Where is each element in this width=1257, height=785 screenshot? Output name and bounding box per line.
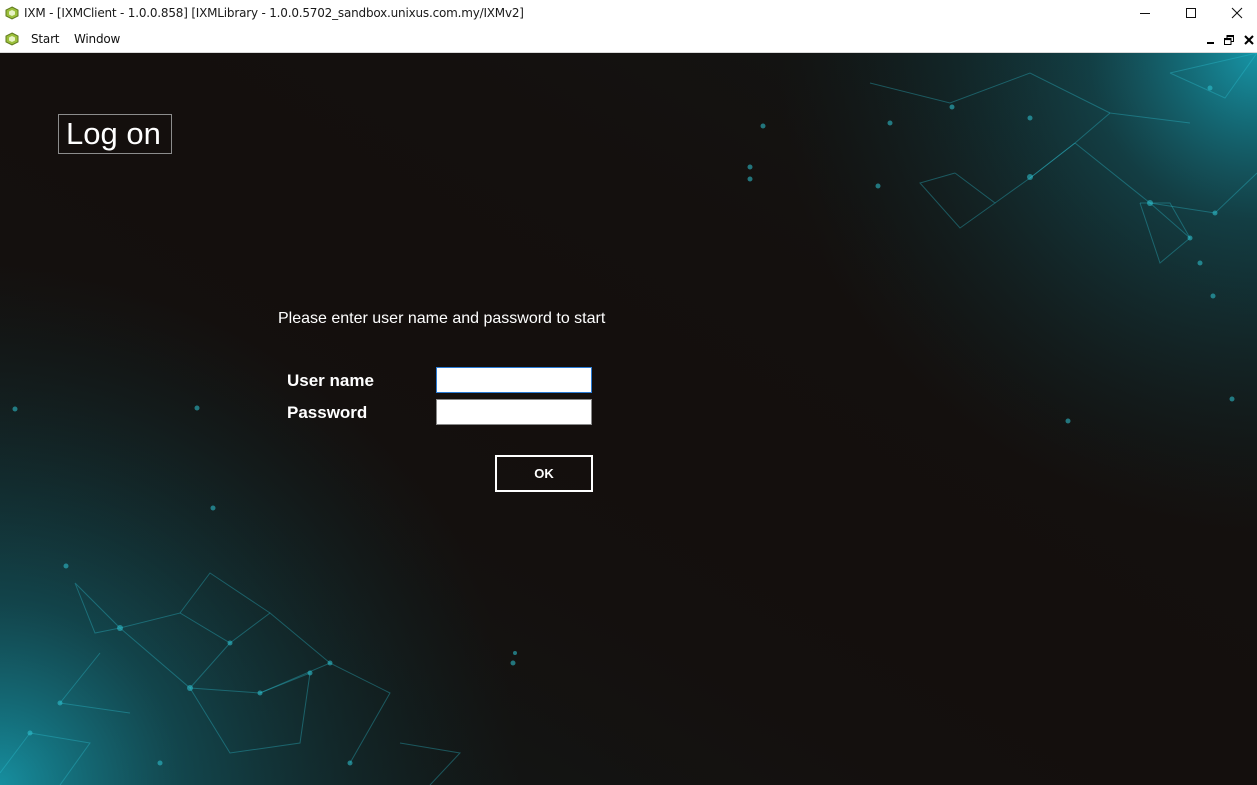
minimize-button[interactable] [1122,0,1168,26]
app-icon [5,6,19,20]
password-input[interactable] [436,399,592,425]
logon-panel: Log on Please enter user name and passwo… [0,53,1257,785]
menu-bar: Start Window [0,26,1257,53]
app-menu-icon[interactable] [5,32,19,46]
username-input[interactable] [436,367,592,393]
minimize-icon [1140,13,1150,14]
background-network-graphic [0,53,1257,785]
password-label: Password [287,403,368,422]
restore-icon [1224,35,1234,45]
menu-item-window[interactable]: Window [74,32,120,46]
menu-item-start[interactable]: Start [31,32,60,46]
mdi-restore-button[interactable] [1222,33,1236,47]
close-button[interactable] [1214,0,1257,26]
close-icon [1244,35,1254,45]
maximize-icon [1186,8,1196,18]
maximize-button[interactable] [1168,0,1214,26]
minimize-icon [1207,42,1214,44]
window-title: IXM - [IXMClient - 1.0.0.858] [IXMLibrar… [24,6,524,20]
mdi-minimize-button[interactable] [1204,33,1218,47]
username-label: User name [287,371,374,390]
title-bar: IXM - [IXMClient - 1.0.0.858] [IXMLibrar… [0,0,1257,26]
close-icon [1231,7,1243,19]
mdi-close-button[interactable] [1242,33,1256,47]
ok-button[interactable]: OK [495,455,593,492]
login-prompt: Please enter user name and password to s… [278,310,606,327]
page-title: Log on [58,114,172,154]
